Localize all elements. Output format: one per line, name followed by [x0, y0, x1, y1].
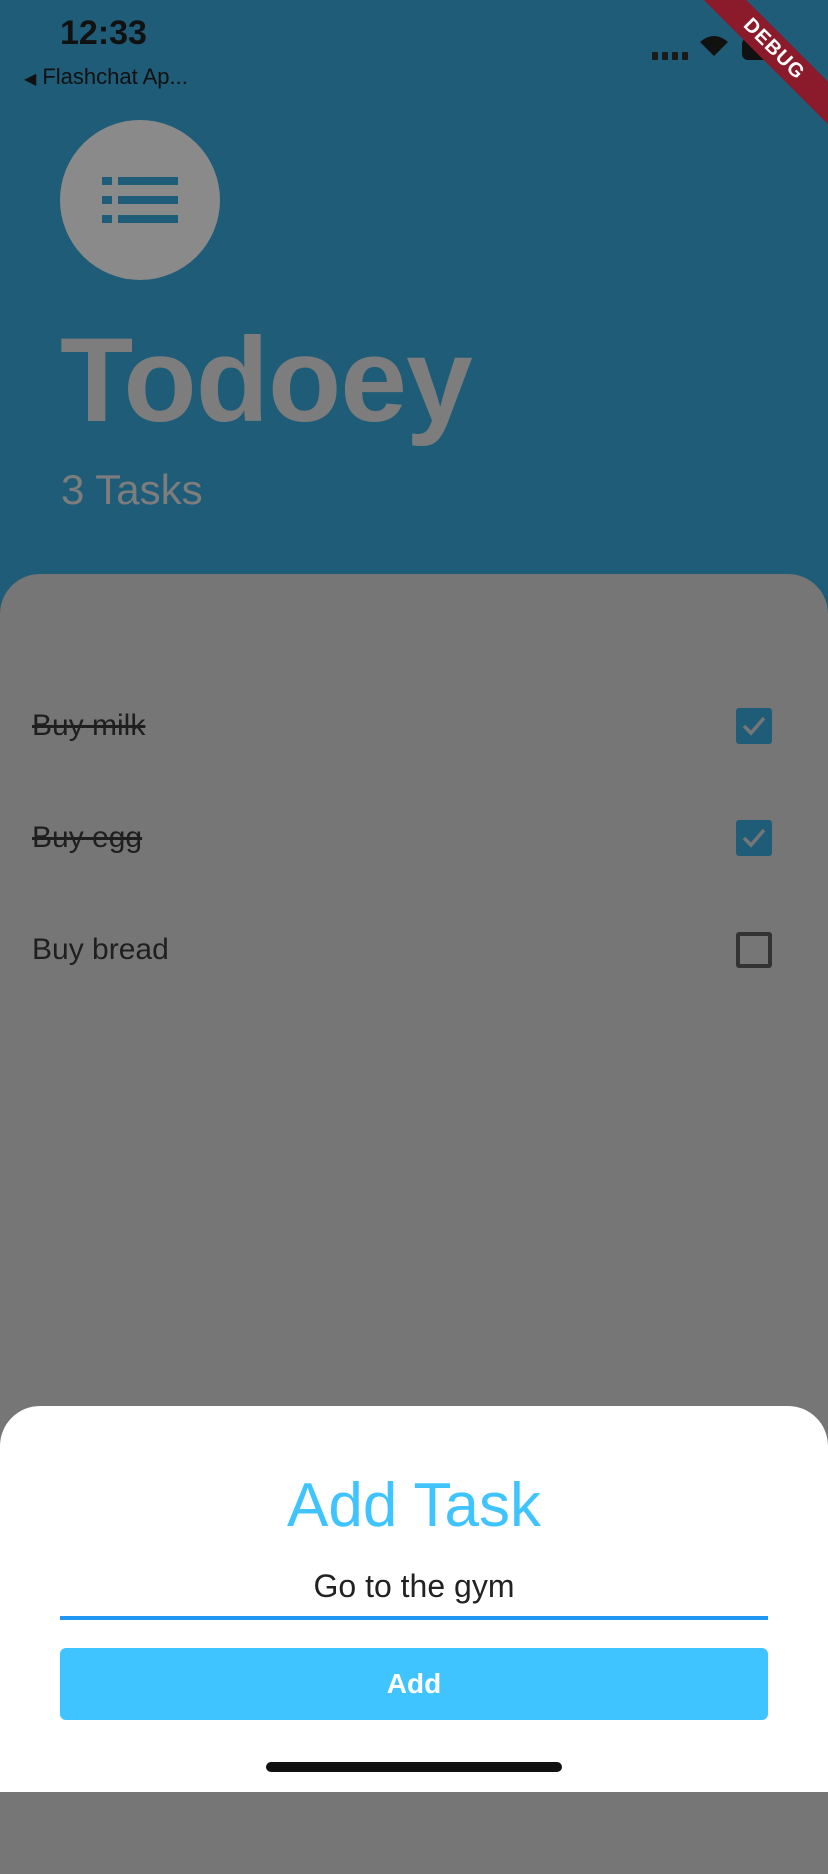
task-row[interactable]: Buy milk — [32, 696, 772, 756]
back-to-app-link[interactable]: ◀ Flashchat Ap... — [24, 64, 188, 90]
task-row[interactable]: Buy egg — [32, 808, 772, 868]
task-input[interactable] — [60, 1556, 768, 1620]
task-checkbox[interactable] — [736, 708, 772, 744]
task-checkbox[interactable] — [736, 932, 772, 968]
back-triangle-icon: ◀ — [24, 71, 37, 88]
app-title: Todoey — [60, 313, 473, 447]
task-label: Buy milk — [32, 709, 146, 742]
status-time: 12:33 — [60, 14, 147, 52]
sheet-title: Add Task — [287, 1471, 541, 1540]
app-logo — [60, 120, 220, 280]
debug-banner: DEBUG — [668, 0, 828, 160]
task-row[interactable]: Buy bread — [32, 920, 772, 980]
check-icon — [742, 828, 766, 848]
check-icon — [742, 716, 766, 736]
list-icon — [102, 177, 178, 223]
back-app-label: Flashchat Ap... — [42, 64, 188, 89]
task-label: Buy bread — [32, 933, 169, 966]
task-checkbox[interactable] — [736, 820, 772, 856]
add-button[interactable]: Add — [60, 1648, 768, 1720]
task-label: Buy egg — [32, 821, 143, 854]
task-count: 3 Tasks — [61, 466, 203, 513]
add-task-sheet: Add Task Add — [0, 1406, 828, 1792]
home-indicator — [266, 1762, 562, 1772]
